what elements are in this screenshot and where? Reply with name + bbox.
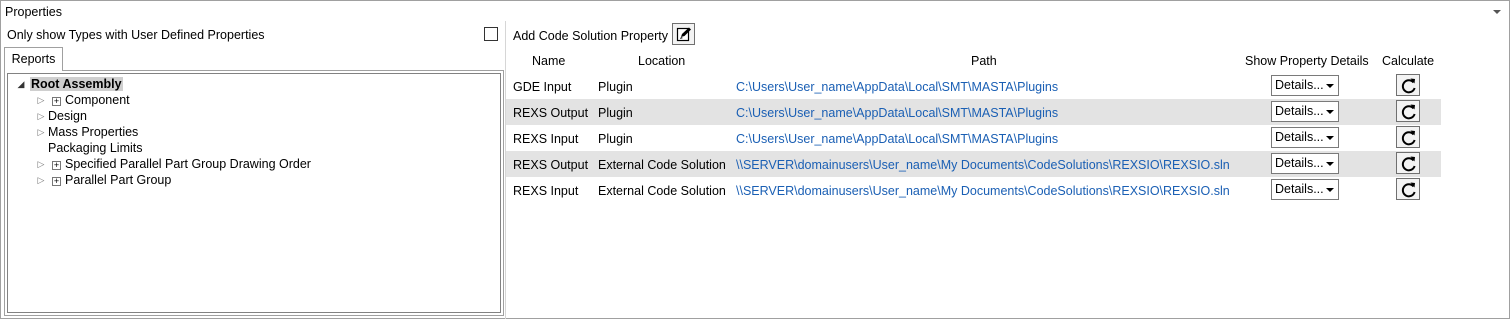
- add-code-solution-button[interactable]: [672, 23, 695, 45]
- refresh-icon: [1401, 182, 1416, 198]
- row-name: REXS Output: [513, 158, 589, 172]
- tree-item-label: Design: [48, 109, 87, 123]
- details-dropdown-value: Details...: [1275, 104, 1324, 118]
- chevron-down-icon: [1326, 162, 1334, 166]
- only-show-checkbox[interactable]: [484, 27, 498, 41]
- details-dropdown[interactable]: Details...: [1271, 179, 1339, 200]
- collapse-triangle-icon[interactable]: ◢: [16, 76, 26, 92]
- tree-item[interactable]: + Component: [52, 92, 130, 108]
- details-dropdown[interactable]: Details...: [1271, 101, 1339, 122]
- row-name: GDE Input: [513, 80, 572, 94]
- add-code-solution-label: Add Code Solution Property: [513, 29, 668, 43]
- tree-item-label: Mass Properties: [48, 125, 139, 139]
- tree-item[interactable]: + Parallel Part Group: [52, 172, 171, 188]
- window-title: Properties: [5, 5, 62, 19]
- tree-item[interactable]: Mass Properties: [48, 124, 138, 140]
- row-location: Plugin: [598, 106, 633, 120]
- chevron-down-icon: [1326, 188, 1334, 192]
- row-location: External Code Solution: [598, 184, 726, 198]
- only-show-label: Only show Types with User Defined Proper…: [7, 28, 265, 42]
- chevron-down-icon: [1326, 84, 1334, 88]
- reports-panel: ◢ Root Assembly ▷ + Component ▷ Design ▷ Mass …: [4, 70, 504, 316]
- row-location: Plugin: [598, 132, 633, 146]
- chevron-down-icon: [1326, 136, 1334, 140]
- refresh-icon: [1401, 78, 1416, 94]
- refresh-icon: [1401, 156, 1416, 172]
- column-header-path: Path: [971, 54, 997, 68]
- calculate-button[interactable]: [1396, 152, 1420, 174]
- row-location: Plugin: [598, 80, 633, 94]
- row-path-link[interactable]: \\SERVER\domainusers\User_name\My Docume…: [736, 184, 1230, 198]
- expand-triangle-icon[interactable]: ▷: [36, 124, 46, 140]
- row-path-link[interactable]: \\SERVER\domainusers\User_name\My Docume…: [736, 158, 1230, 172]
- tree-item-root[interactable]: Root Assembly: [30, 76, 123, 92]
- tab-reports[interactable]: Reports: [4, 47, 63, 71]
- column-header-location: Location: [638, 54, 686, 68]
- details-dropdown-value: Details...: [1275, 156, 1324, 170]
- plus-box-icon[interactable]: +: [52, 161, 61, 170]
- row-name: REXS Input: [513, 184, 579, 198]
- calculate-button[interactable]: [1396, 100, 1420, 122]
- details-dropdown-value: Details...: [1275, 78, 1324, 92]
- plus-box-icon[interactable]: +: [52, 97, 61, 106]
- column-header-calculate: Calculate: [1382, 54, 1435, 68]
- expand-triangle-icon[interactable]: ▷: [36, 92, 46, 108]
- details-dropdown[interactable]: Details...: [1271, 75, 1339, 96]
- expand-triangle-icon[interactable]: ▷: [36, 172, 46, 188]
- details-dropdown-value: Details...: [1275, 182, 1324, 196]
- row-path-link[interactable]: C:\Users\User_name\AppData\Local\SMT\MAS…: [736, 106, 1058, 120]
- report-tree[interactable]: ◢ Root Assembly ▷ + Component ▷ Design ▷ Mass …: [7, 73, 501, 313]
- calculate-button[interactable]: [1396, 74, 1420, 96]
- details-dropdown[interactable]: Details...: [1271, 153, 1339, 174]
- properties-window: Properties Only show Types with User Def…: [0, 0, 1510, 319]
- row-name: REXS Input: [513, 132, 579, 146]
- tree-item[interactable]: Design: [48, 108, 87, 124]
- calculate-button[interactable]: [1396, 126, 1420, 148]
- row-path-link[interactable]: C:\Users\User_name\AppData\Local\SMT\MAS…: [736, 132, 1058, 146]
- details-dropdown[interactable]: Details...: [1271, 127, 1339, 148]
- chevron-down-icon: [1326, 110, 1334, 114]
- tree-item[interactable]: Packaging Limits: [48, 140, 143, 156]
- expand-triangle-icon[interactable]: ▷: [36, 156, 46, 172]
- tree-item-label: Parallel Part Group: [65, 173, 172, 187]
- refresh-icon: [1401, 104, 1416, 120]
- refresh-icon: [1401, 130, 1416, 146]
- expand-triangle-icon[interactable]: ▷: [36, 108, 46, 124]
- tree-item-label: Packaging Limits: [48, 141, 143, 155]
- column-header-name: Name: [532, 54, 566, 68]
- tree-item-label: Root Assembly: [30, 77, 123, 91]
- plus-box-icon[interactable]: +: [52, 177, 61, 186]
- chevron-down-icon[interactable]: [1493, 10, 1501, 14]
- row-path-link[interactable]: C:\Users\User_name\AppData\Local\SMT\MAS…: [736, 80, 1058, 94]
- row-location: External Code Solution: [598, 158, 726, 172]
- details-dropdown-value: Details...: [1275, 130, 1324, 144]
- tree-item-label: Specified Parallel Part Group Drawing Or…: [65, 157, 311, 171]
- calculate-button[interactable]: [1396, 178, 1420, 200]
- column-header-show-details: Show Property Details: [1245, 54, 1369, 68]
- edit-note-icon: [676, 27, 691, 42]
- row-name: REXS Output: [513, 106, 589, 120]
- tree-item[interactable]: + Specified Parallel Part Group Drawing O…: [52, 156, 311, 172]
- tree-item-label: Component: [65, 93, 130, 107]
